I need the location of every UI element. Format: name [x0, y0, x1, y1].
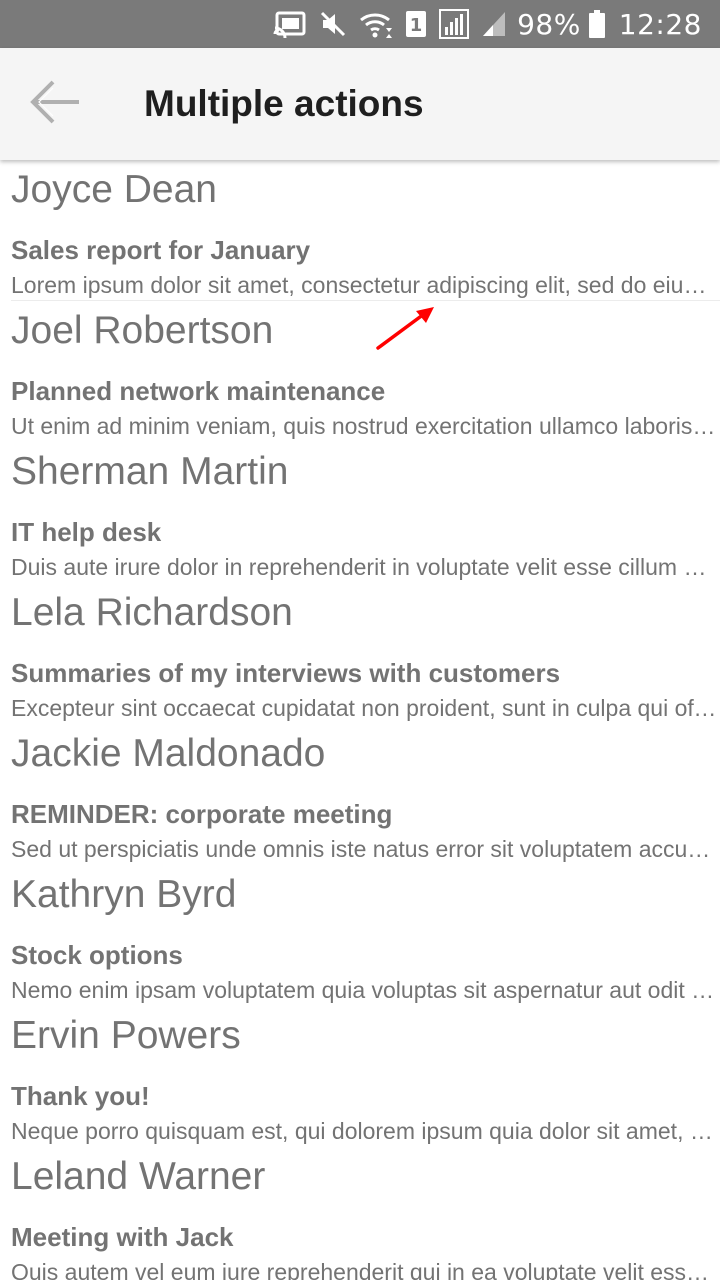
message-subject: Thank you! [11, 1081, 150, 1111]
list-item[interactable]: Leland Warner Meeting with Jack Quis aut… [0, 1147, 720, 1280]
wifi-icon [359, 0, 393, 48]
message-preview: Duis aute irure dolor in reprehenderit i… [11, 554, 717, 580]
app-bar: Multiple actions [0, 48, 720, 160]
message-subject: IT help desk [11, 517, 162, 547]
message-subject: Planned network maintenance [11, 376, 386, 406]
back-button[interactable] [26, 74, 86, 134]
svg-text:1: 1 [410, 15, 423, 36]
battery-icon [588, 0, 605, 48]
page-title: Multiple actions [144, 83, 424, 124]
arrow-left-icon [29, 78, 83, 131]
list-item[interactable]: Lela Richardson Summaries of my intervie… [0, 583, 720, 724]
cast-icon [273, 0, 307, 48]
sender-name: Ervin Powers [11, 1014, 241, 1057]
message-subject: Stock options [11, 940, 183, 970]
signal-weak-icon [481, 0, 507, 48]
list-item[interactable]: Joel Robertson Planned network maintenan… [0, 301, 720, 442]
annotation-arrow-icon [376, 307, 434, 350]
list-item[interactable]: Joyce Dean Sales report for January Lore… [0, 160, 720, 301]
message-subject: Summaries of my interviews with customer… [11, 658, 561, 688]
message-subject: Sales report for January [11, 235, 311, 265]
list-item[interactable]: Kathryn Byrd Stock options Nemo enim ips… [0, 865, 720, 1006]
sender-name: Leland Warner [11, 1155, 266, 1198]
mute-icon [319, 0, 347, 48]
sim-1-icon: 1 [405, 0, 427, 48]
message-preview: Nemo enim ipsam voluptatem quia voluptas… [11, 977, 717, 1003]
message-preview: Excepteur sint occaecat cupidatat non pr… [11, 695, 717, 721]
sender-name: Lela Richardson [11, 591, 293, 634]
clock: 12:28 [618, 7, 702, 41]
sender-name: Sherman Martin [11, 450, 289, 493]
sender-name: Jackie Maldonado [11, 732, 326, 775]
battery-percent: 98% [517, 7, 581, 41]
sender-name: Joel Robertson [11, 309, 274, 352]
status-bar: 1 98% 12:28 [0, 0, 720, 48]
message-list: Joyce Dean Sales report for January Lore… [0, 160, 720, 1280]
message-subject: Meeting with Jack [11, 1222, 234, 1252]
sender-name: Joyce Dean [11, 168, 217, 211]
signal-icon [439, 0, 470, 48]
message-preview: Sed ut perspiciatis unde omnis iste natu… [11, 836, 717, 862]
message-preview: Lorem ipsum dolor sit amet, consectetur … [11, 272, 717, 298]
message-subject: REMINDER: corporate meeting [11, 799, 393, 829]
list-item[interactable]: Ervin Powers Thank you! Neque porro quis… [0, 1006, 720, 1147]
list-item[interactable]: Jackie Maldonado REMINDER: corporate mee… [0, 724, 720, 865]
sender-name: Kathryn Byrd [11, 873, 237, 916]
message-preview: Neque porro quisquam est, qui dolorem ip… [11, 1118, 717, 1144]
message-preview: Ut enim ad minim veniam, quis nostrud ex… [11, 413, 717, 439]
list-item[interactable]: Sherman Martin IT help desk Duis aute ir… [0, 442, 720, 583]
message-preview: Quis autem vel eum iure reprehenderit qu… [11, 1259, 717, 1280]
